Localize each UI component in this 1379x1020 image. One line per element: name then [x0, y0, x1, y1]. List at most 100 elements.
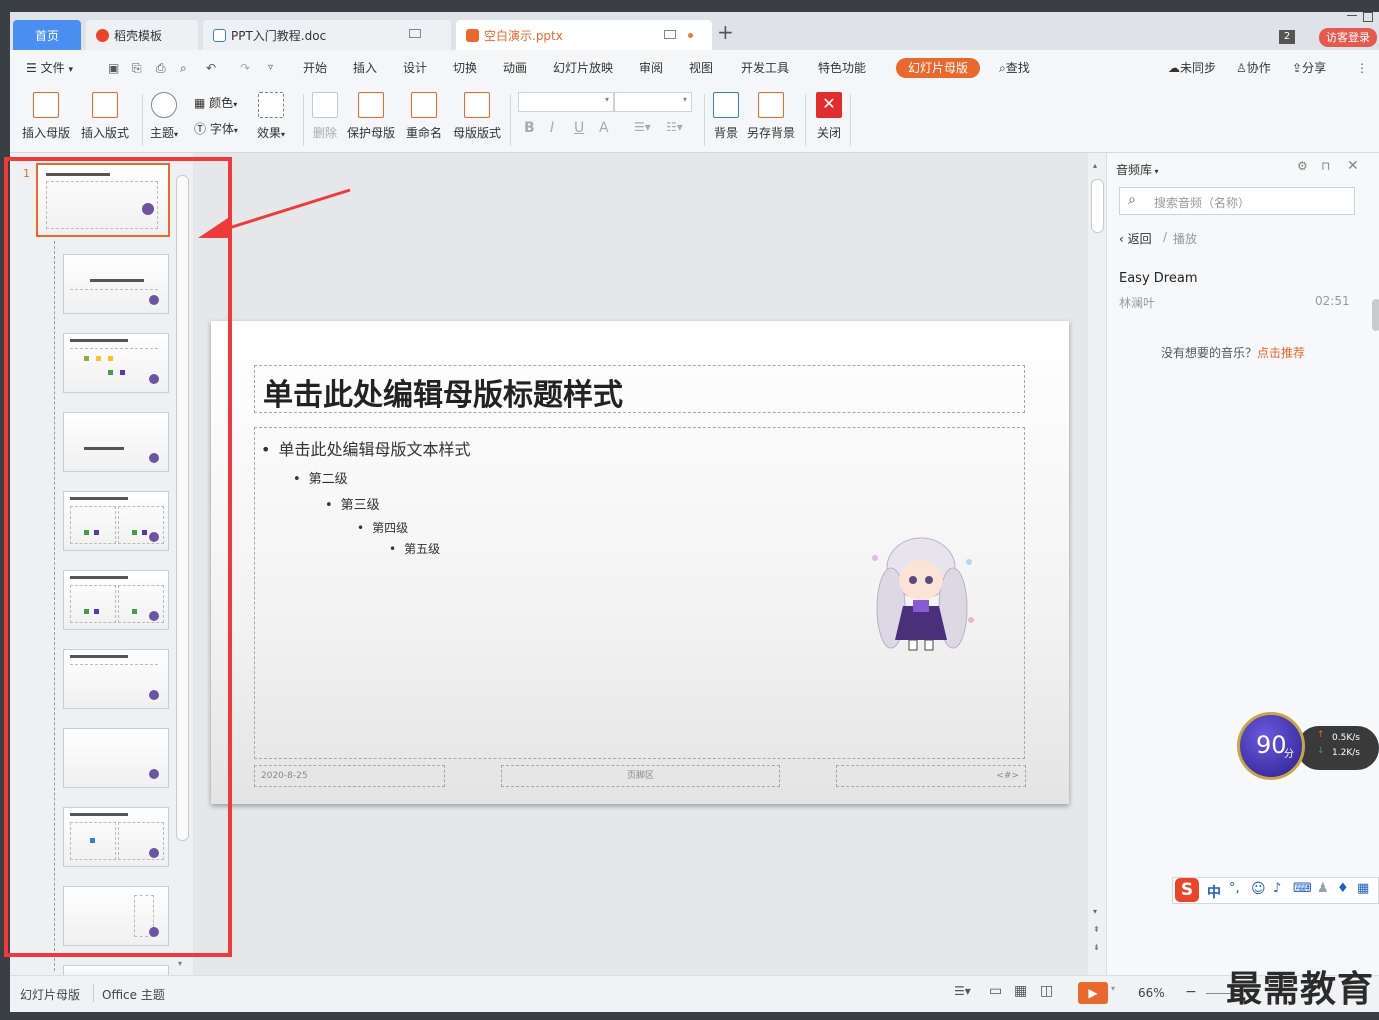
toolbox-icon[interactable]: ▦ [1357, 881, 1369, 896]
collaborate-button[interactable]: ♙协作 [1236, 50, 1271, 86]
file-menu[interactable]: ☰ 文件 ▾ [26, 50, 73, 86]
punctuation-icon[interactable]: °, [1229, 881, 1240, 896]
ime-language[interactable]: 中 [1207, 882, 1221, 902]
menu-start[interactable]: 开始 [303, 50, 327, 86]
menu-slideshow[interactable]: 幻灯片放映 [553, 50, 613, 86]
redo-icon[interactable]: ↷ [240, 50, 250, 86]
scroll-thumb[interactable] [1091, 179, 1104, 233]
slide-number-placeholder[interactable]: <#> [836, 765, 1026, 787]
emoji-icon[interactable]: ☺ [1251, 881, 1266, 897]
menu-review[interactable]: 审阅 [639, 50, 663, 86]
text-level-5: • 第五级 [389, 542, 441, 556]
audio-library-title[interactable]: 音频库 ▾ [1116, 161, 1159, 178]
font-size-select[interactable]: ▾ [614, 92, 692, 112]
background-button[interactable]: 背景 [713, 92, 739, 141]
menu-transition[interactable]: 切换 [453, 50, 477, 86]
close-icon[interactable]: ✕ [1347, 158, 1359, 174]
italic-button[interactable]: I [550, 120, 554, 136]
insert-master-button[interactable]: 插入母版 [22, 92, 70, 141]
tab-doc-file[interactable]: PPT入门教程.doc [203, 20, 451, 50]
menu-design[interactable]: 设计 [403, 50, 427, 86]
scroll-down-icon[interactable]: ▾ [178, 959, 182, 968]
maximize-icon[interactable] [1363, 12, 1373, 22]
recommend-link[interactable]: 点击推荐 [1257, 346, 1305, 360]
menu-slide-master[interactable]: 幻灯片母版 [896, 58, 981, 78]
tab-pptx-file[interactable]: 空白演示.pptx [456, 20, 712, 50]
cloud-icon: ☁ [1168, 61, 1180, 75]
bullet-list-icon[interactable]: ☰▾ [634, 120, 651, 134]
input-method-bar[interactable]: S 中 °, ☺ ♪ ⌨ ♟ ♦ ▦ [1172, 877, 1379, 904]
menu-view[interactable]: 视图 [689, 50, 713, 86]
user-icon: ♙ [1236, 61, 1247, 75]
rename-button[interactable]: 重命名 [406, 92, 442, 141]
slide-master-canvas[interactable]: 单击此处编辑母版标题样式 • 单击此处编辑母版文本样式 • 第二级 • 第三级 • 第四… [211, 321, 1069, 804]
footer-placeholder[interactable]: 页脚区 [501, 765, 780, 787]
chevron-down-icon[interactable]: ▾ [1111, 984, 1115, 993]
body-text-placeholder[interactable]: • 单击此处编辑母版文本样式 • 第二级 • 第三级 • 第四级 • 第五级 [254, 427, 1025, 759]
previous-slide-icon[interactable]: ⇞ [1093, 925, 1100, 934]
numbered-list-icon[interactable]: ☷▾ [666, 120, 683, 134]
search-command[interactable]: ⌕查找 [999, 50, 1030, 86]
close-master-button[interactable]: ✕ 关闭 [816, 92, 842, 141]
font-name-select[interactable]: ▾ [518, 92, 614, 112]
menu-animation[interactable]: 动画 [503, 50, 527, 86]
notes-icon[interactable]: ☰▾ [954, 984, 971, 998]
underline-button[interactable]: U [574, 120, 584, 136]
play-slideshow-button[interactable]: ▶ [1078, 982, 1108, 1004]
next-slide-icon[interactable]: ⇟ [1093, 943, 1100, 952]
palette-icon [151, 92, 178, 118]
reading-view-icon[interactable]: ◫ [1040, 983, 1053, 999]
theme-button[interactable]: 主题▾ [150, 92, 178, 141]
audio-search-input[interactable]: ⌕ 搜索音频（名称） [1119, 187, 1355, 215]
back-link[interactable]: ‹ 返回 [1119, 230, 1152, 247]
menu-developer[interactable]: 开发工具 [741, 50, 789, 86]
zoom-out-icon[interactable]: − [1185, 984, 1197, 1000]
zoom-level[interactable]: 66% [1138, 986, 1165, 1000]
visitor-login-button[interactable]: 访客登录 [1319, 28, 1377, 47]
network-speed-widget[interactable]: 90 分 ↑ 0.5K/s ↓ 1.2K/s [1237, 712, 1379, 780]
menu-insert[interactable]: 插入 [353, 50, 377, 86]
user-icon[interactable]: ♟ [1317, 881, 1329, 896]
export-icon[interactable]: ⎘ [132, 50, 142, 86]
share-button[interactable]: ⇪分享 [1292, 50, 1326, 86]
editor-vertical-scrollbar[interactable]: ▴ ▾ ⇞ ⇟ [1088, 153, 1106, 975]
minimize-icon[interactable] [1347, 15, 1357, 16]
sorter-view-icon[interactable]: ▦ [1014, 983, 1027, 999]
tab-home[interactable]: 首页 [13, 20, 81, 50]
new-tab-button[interactable]: + [717, 20, 734, 44]
scroll-down-icon[interactable]: ▾ [1093, 907, 1097, 916]
print-preview-icon[interactable]: ⌕ [180, 50, 187, 86]
save-icon[interactable]: ▣ [108, 50, 119, 86]
font-color-button[interactable]: A [599, 120, 609, 136]
delete-button[interactable]: 删除 [312, 92, 338, 141]
master-layout-button[interactable]: 母版版式 [453, 92, 501, 141]
menu-special[interactable]: 特色功能 [818, 50, 866, 86]
settings-icon[interactable]: ⚙ [1297, 159, 1308, 173]
pin-icon[interactable]: ⊓ [1321, 159, 1330, 173]
effect-button[interactable]: 效果▾ [257, 92, 285, 141]
window-count-badge[interactable]: 2 [1279, 30, 1295, 44]
undo-icon[interactable]: ↶ [206, 50, 216, 86]
anime-character-image[interactable] [861, 528, 985, 658]
insert-layout-button[interactable]: 插入版式 [81, 92, 129, 141]
font-dropdown[interactable]: Ⓣ 字体▾ [194, 120, 238, 137]
bold-button[interactable]: B [524, 120, 535, 136]
quick-access-dropdown-icon[interactable]: ▿ [268, 50, 273, 86]
normal-view-icon[interactable]: ▭ [989, 983, 1002, 999]
date-placeholder[interactable]: 2020-8-25 [254, 765, 445, 787]
side-pane-scroll-thumb[interactable] [1372, 299, 1379, 331]
sync-status[interactable]: ☁未同步 [1168, 50, 1216, 86]
title-placeholder[interactable]: 单击此处编辑母版标题样式 [254, 365, 1025, 413]
save-background-button[interactable]: 另存背景 [747, 92, 795, 141]
song-title[interactable]: Easy Dream [1119, 271, 1197, 286]
microphone-icon[interactable]: ♪ [1273, 881, 1281, 896]
scroll-up-icon[interactable]: ▴ [1093, 161, 1097, 170]
skin-icon[interactable]: ♦ [1337, 881, 1349, 896]
color-dropdown[interactable]: ▦ 颜色▾ [194, 94, 237, 111]
ribbon-toolbar: 插入母版 插入版式 主题▾ ▦ 颜色▾ Ⓣ 字体▾ 效果▾ 删除 保护母版 重命… [10, 86, 1379, 153]
more-options-icon[interactable]: ⋮ [1356, 50, 1368, 86]
tab-daoke-templates[interactable]: 稻壳模板 [86, 20, 198, 50]
print-icon[interactable]: ⎙ [156, 50, 166, 86]
protect-master-button[interactable]: 保护母版 [347, 92, 395, 141]
keyboard-icon[interactable]: ⌨ [1293, 881, 1312, 896]
